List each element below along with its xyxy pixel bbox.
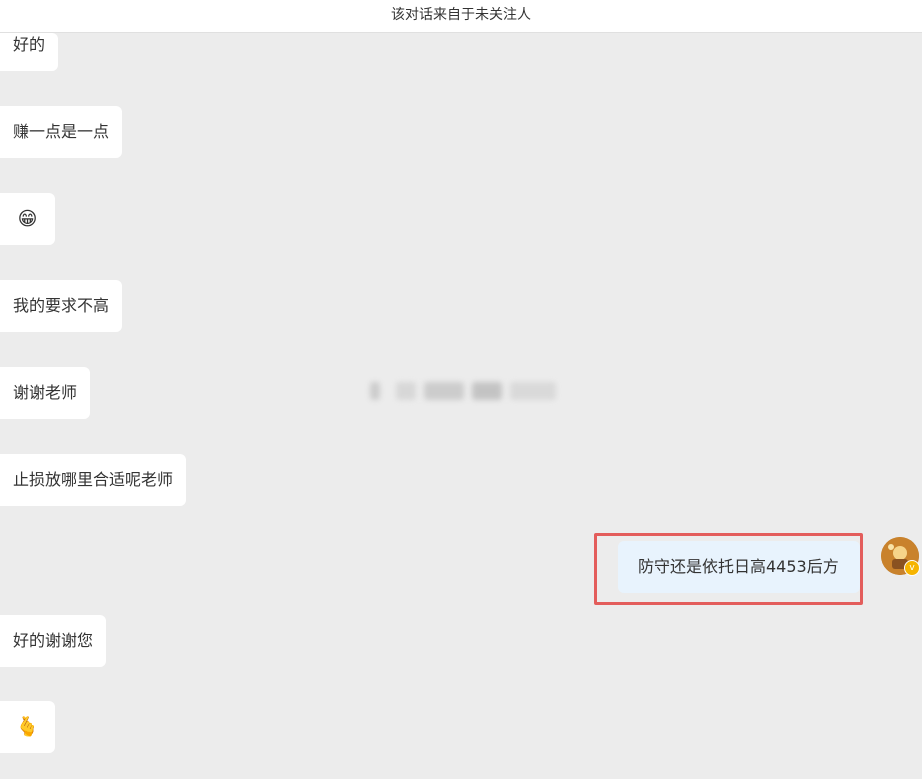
- finger-heart-emoji-icon: 🫰: [15, 716, 40, 738]
- message-bubble[interactable]: 🫰: [0, 701, 55, 753]
- outgoing-message-bubble[interactable]: 防守还是依托日高4453后方: [618, 541, 860, 593]
- message-text: 谢谢老师: [13, 383, 78, 402]
- message-text: 我的要求不高: [13, 296, 110, 315]
- message-bubble[interactable]: 赚一点是一点: [0, 106, 123, 158]
- message-bubble[interactable]: 谢谢老师: [0, 367, 91, 419]
- message-bubble[interactable]: 😁: [0, 193, 55, 245]
- message-text: 赚一点是一点: [13, 122, 110, 141]
- chat-window: 该对话来自于未关注人 好的 赚一点是一点 😁 我的要求不高 谢谢老师 止损放哪里…: [0, 0, 922, 779]
- chat-header: 该对话来自于未关注人: [0, 0, 922, 33]
- avatar[interactable]: v: [881, 537, 920, 576]
- grin-emoji-icon: 😁: [17, 208, 38, 230]
- message-bubble[interactable]: 好的: [0, 33, 59, 71]
- message-text: 好的: [13, 35, 46, 54]
- verified-badge-icon: v: [904, 560, 920, 576]
- blurred-watermark: [366, 374, 558, 408]
- message-bubble[interactable]: 好的谢谢您: [0, 615, 107, 667]
- message-text: 止损放哪里合适呢老师: [13, 470, 174, 489]
- message-bubble[interactable]: 止损放哪里合适呢老师: [0, 454, 187, 506]
- message-text: 好的谢谢您: [13, 631, 94, 650]
- message-bubble[interactable]: 我的要求不高: [0, 280, 123, 332]
- unfollowed-notice: 该对话来自于未关注人: [391, 7, 531, 23]
- message-text: 防守还是依托日高4453后方: [638, 557, 839, 576]
